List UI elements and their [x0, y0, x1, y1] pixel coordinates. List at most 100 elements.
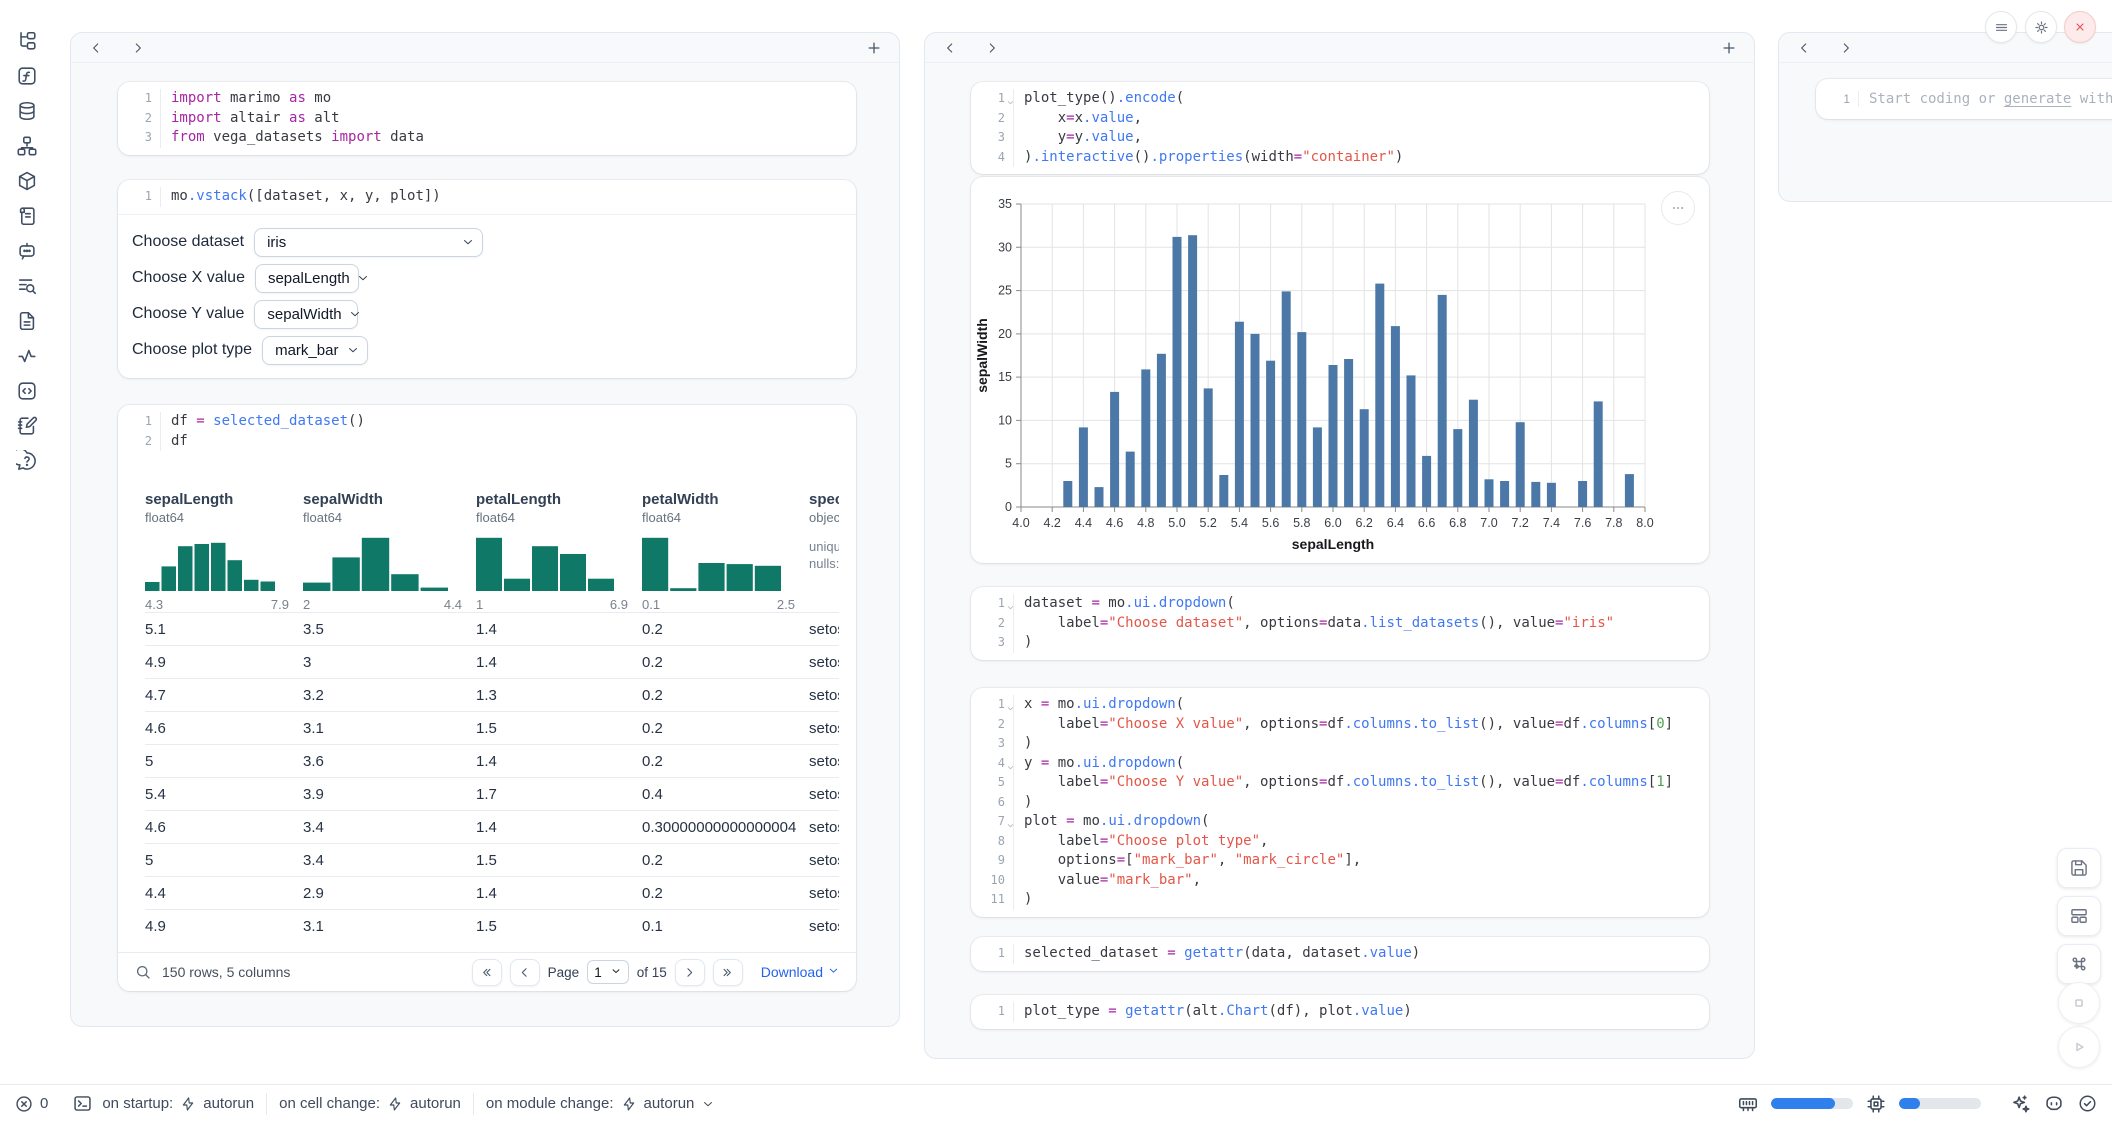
collapse-icon[interactable]: [1006, 599, 1015, 619]
collapse-icon[interactable]: [1006, 817, 1015, 837]
cell-df-code[interactable]: 1df = selected_dataset()2df: [118, 405, 856, 458]
terminal-icon[interactable]: [72, 1093, 93, 1114]
code-line[interactable]: 1dataset = mo.ui.dropdown(: [971, 594, 1709, 614]
cell-dataset-dropdown[interactable]: 1dataset = mo.ui.dropdown(2 label="Choos…: [971, 587, 1709, 660]
sidebar-item-package[interactable]: [15, 171, 39, 193]
add-cell-button[interactable]: [865, 39, 883, 57]
scratch-editor[interactable]: 1 Start coding or generate with AI: [1816, 79, 2112, 119]
generate-link[interactable]: generate: [2004, 91, 2071, 107]
sidebar-item-database[interactable]: [15, 101, 39, 123]
panel-back-button[interactable]: [87, 39, 105, 57]
table-cell: 0.2: [642, 720, 809, 737]
code-line[interactable]: 1plot_type = getattr(alt.Chart(df), plot…: [971, 1002, 1709, 1022]
code-line[interactable]: 10 value="mark_bar",: [971, 871, 1709, 891]
save-button[interactable]: [2057, 848, 2101, 888]
code-line[interactable]: 1plot_type().encode(: [971, 89, 1709, 109]
code-line[interactable]: 1selected_dataset = getattr(data, datase…: [971, 944, 1709, 964]
stop-button[interactable]: [2058, 982, 2100, 1024]
code-line[interactable]: 1import marimo as mo: [118, 89, 856, 109]
column-header-sepalLength[interactable]: sepalLength float64 4.37.9: [145, 490, 303, 612]
settings-button[interactable]: [2025, 11, 2057, 43]
code-line[interactable]: 3): [971, 734, 1709, 754]
collapse-icon[interactable]: [1006, 94, 1015, 114]
last-page-button[interactable]: [713, 959, 743, 986]
column-header-species[interactable]: species objectunique:nulls:: [809, 490, 839, 612]
panel-forward-button[interactable]: [1837, 39, 1855, 57]
sidebar-item-bot-chat[interactable]: [15, 241, 39, 263]
code-line[interactable]: 2df: [118, 432, 856, 452]
code-line[interactable]: 1x = mo.ui.dropdown(: [971, 695, 1709, 715]
code-line[interactable]: 2import altair as alt: [118, 109, 856, 129]
panel-back-button[interactable]: [941, 39, 959, 57]
column-header-sepalWidth[interactable]: sepalWidth float64 24.4: [303, 490, 476, 612]
notebook-menu-button[interactable]: [1985, 11, 2017, 43]
code-line[interactable]: 6): [971, 793, 1709, 813]
code-line[interactable]: 7plot = mo.ui.dropdown(: [971, 812, 1709, 832]
run-button[interactable]: [2058, 1026, 2100, 1068]
sidebar-item-file-text[interactable]: [15, 311, 39, 333]
code-line[interactable]: 2 x=x.value,: [971, 109, 1709, 129]
dropdown-1[interactable]: sepalLength: [255, 264, 359, 293]
code-line[interactable]: 9 options=["mark_bar", "mark_circle"],: [971, 851, 1709, 871]
search-icon[interactable]: [134, 963, 152, 981]
sidebar-item-dependency-graph[interactable]: [15, 136, 39, 158]
panel-forward-button[interactable]: [983, 39, 1001, 57]
collapse-icon[interactable]: [1006, 700, 1015, 720]
code-line[interactable]: 4y = mo.ui.dropdown(: [971, 754, 1709, 774]
sidebar-item-activity[interactable]: [15, 346, 39, 368]
first-page-button[interactable]: [472, 959, 502, 986]
on-cell-change-setting[interactable]: on cell change: autorun: [279, 1095, 461, 1112]
cell-imports[interactable]: 1import marimo as mo2import altair as al…: [118, 82, 856, 155]
cell-xy-plot-dropdowns[interactable]: 1x = mo.ui.dropdown(2 label="Choose X va…: [971, 688, 1709, 917]
download-link[interactable]: Download: [761, 964, 840, 980]
code-line[interactable]: 8 label="Choose plot type",: [971, 832, 1709, 852]
code-line[interactable]: 2 label="Choose X value", options=df.col…: [971, 715, 1709, 735]
sidebar-item-code-square[interactable]: [15, 381, 39, 403]
collapse-icon[interactable]: [1006, 759, 1015, 779]
sidebar-item-list-search[interactable]: [15, 276, 39, 298]
altair-bar-chart[interactable]: 4.04.24.44.64.85.05.25.45.65.86.06.26.46…: [971, 177, 1709, 557]
svg-text:6.2: 6.2: [1356, 516, 1373, 530]
code-line[interactable]: 3): [971, 633, 1709, 653]
code-line[interactable]: 3 y=y.value,: [971, 128, 1709, 148]
code-line[interactable]: 1df = selected_dataset(): [118, 412, 856, 432]
sidebar-item-function-square[interactable]: [15, 66, 39, 88]
code-line[interactable]: 3from vega_datasets import data: [118, 128, 856, 148]
panel-forward-button[interactable]: [129, 39, 147, 57]
sidebar-item-notebook-pen[interactable]: [15, 416, 39, 438]
dropdown-0[interactable]: iris: [254, 228, 483, 257]
layout-button[interactable]: [2057, 896, 2101, 936]
copilot-icon[interactable]: [2043, 1093, 2065, 1115]
add-cell-button[interactable]: [1720, 39, 1738, 57]
sidebar-item-scroll-text[interactable]: [15, 206, 39, 228]
on-module-change-setting[interactable]: on module change: autorun: [486, 1095, 715, 1112]
next-page-button[interactable]: [675, 959, 705, 986]
cell-selected-dataset[interactable]: 1selected_dataset = getattr(data, datase…: [971, 937, 1709, 971]
ai-sparkles-icon[interactable]: [2009, 1093, 2031, 1115]
code-line[interactable]: 5 label="Choose Y value", options=df.col…: [971, 773, 1709, 793]
page-select[interactable]: 1: [587, 960, 629, 984]
prev-page-button[interactable]: [510, 959, 540, 986]
sidebar-item-help-circle[interactable]: [15, 451, 39, 473]
code-line[interactable]: 1mo.vstack([dataset, x, y, plot]): [118, 187, 856, 207]
panel-back-button[interactable]: [1795, 39, 1813, 57]
column-header-petalWidth[interactable]: petalWidth float64 0.12.5: [642, 490, 809, 612]
errors-icon[interactable]: [14, 1094, 34, 1114]
shutdown-button[interactable]: [2064, 11, 2096, 43]
command-palette-button[interactable]: [2057, 944, 2101, 984]
code-line[interactable]: 11): [971, 890, 1709, 910]
cell-plot-code[interactable]: 1plot_type().encode(2 x=x.value,3 y=y.va…: [971, 82, 1709, 174]
sidebar-item-file-tree[interactable]: [15, 31, 39, 53]
dropdown-3[interactable]: mark_bar: [262, 336, 368, 365]
code-line[interactable]: 2 label="Choose dataset", options=data.l…: [971, 614, 1709, 634]
chart-menu-button[interactable]: [1661, 191, 1695, 225]
on-startup-setting[interactable]: on startup: autorun: [102, 1095, 254, 1112]
code-line[interactable]: 4).interactive().properties(width="conta…: [971, 148, 1709, 168]
connection-status-icon[interactable]: [2077, 1093, 2098, 1114]
dropdown-2[interactable]: sepalWidth: [254, 300, 358, 329]
svg-text:4.0: 4.0: [1012, 516, 1029, 530]
table-cell: 5: [145, 852, 303, 869]
column-header-petalLength[interactable]: petalLength float64 16.9: [476, 490, 642, 612]
cell-vstack-code[interactable]: 1mo.vstack([dataset, x, y, plot]): [118, 180, 856, 215]
cell-plot-type[interactable]: 1plot_type = getattr(alt.Chart(df), plot…: [971, 995, 1709, 1029]
